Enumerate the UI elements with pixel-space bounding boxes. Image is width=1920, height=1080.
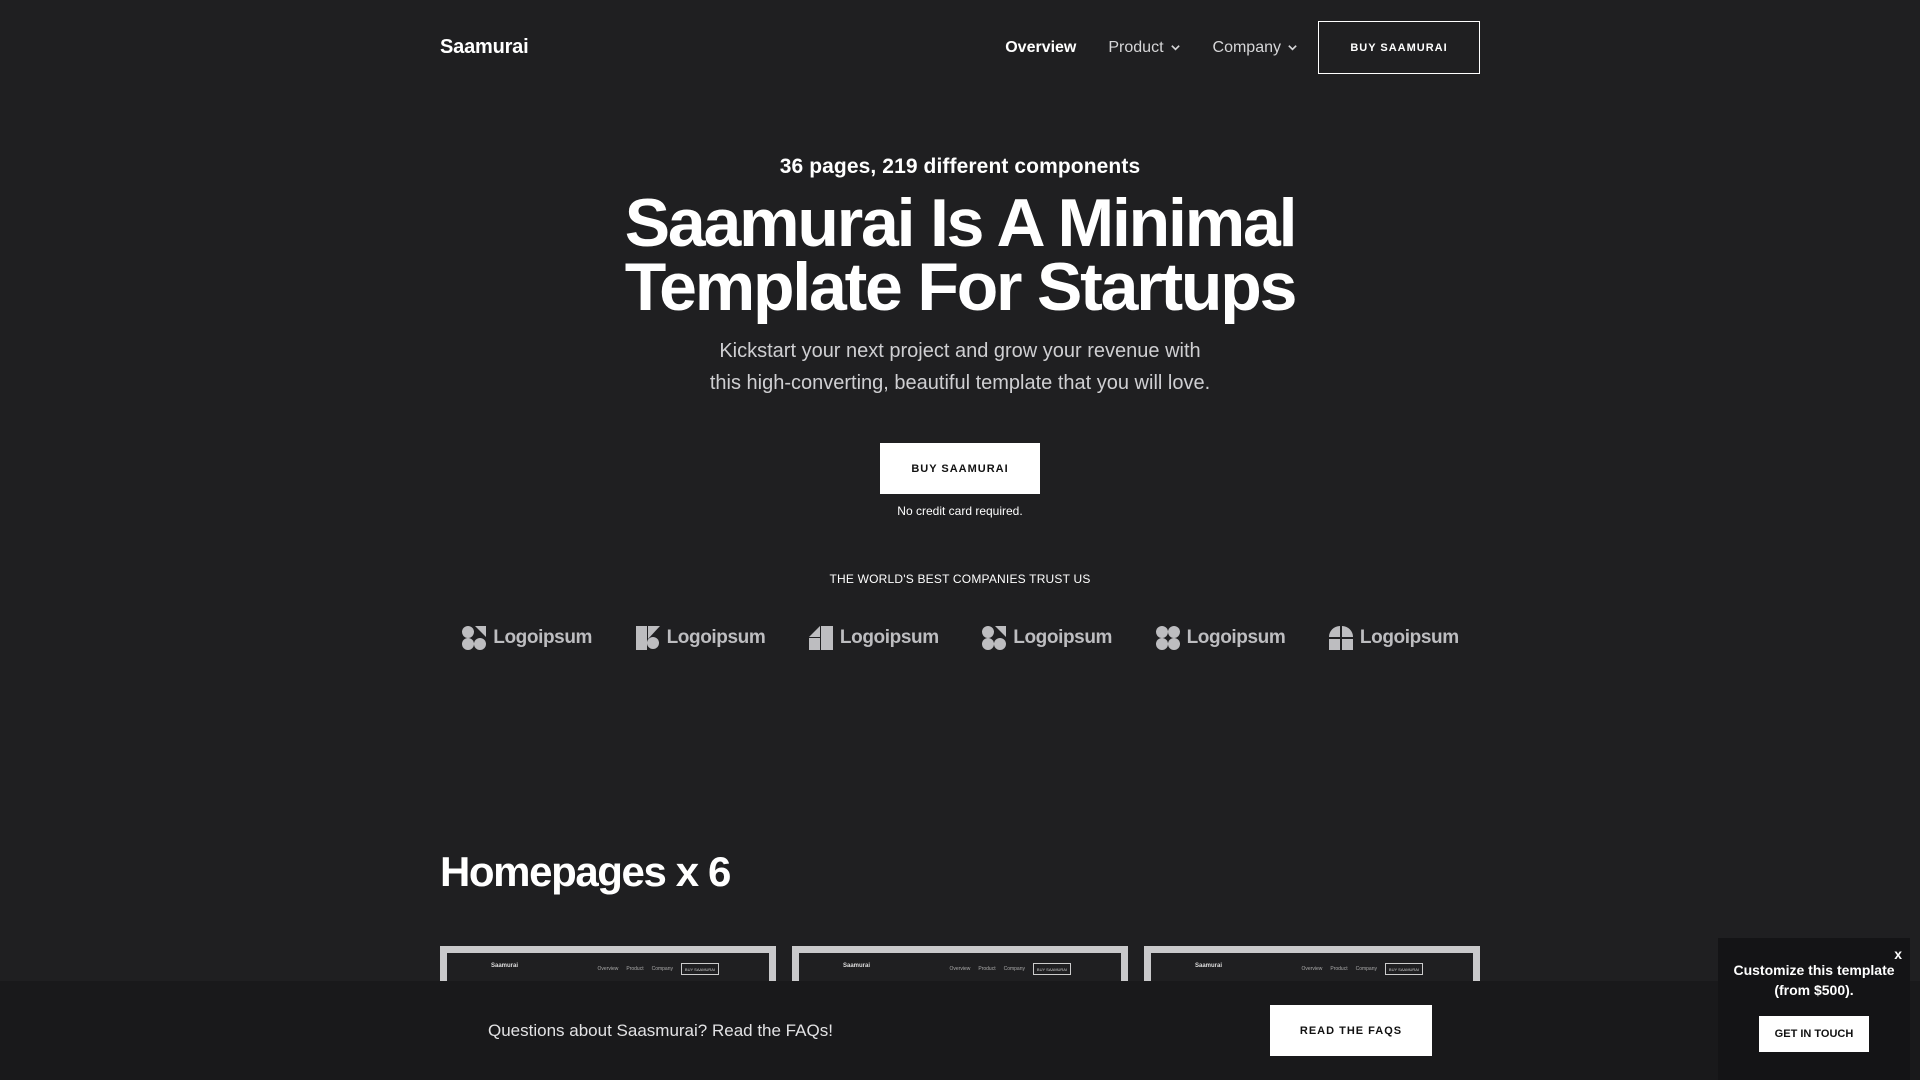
hero-subtitle-line: Kickstart your next project and grow you…: [719, 340, 1201, 362]
logo-mark-6-icon: [1328, 626, 1353, 650]
logo-mark-3-icon: [808, 626, 833, 650]
thumbnail-nav: Overview Product Company BUY SAAMURAI: [1294, 963, 1423, 975]
thumbnail-nav-item: Product: [978, 966, 996, 972]
company-logo: Logoipsum: [461, 625, 592, 651]
company-logo: Logoipsum: [981, 625, 1112, 651]
company-logo: Logoipsum: [1155, 625, 1286, 651]
hero-title: Saamurai Is A Minimal Template For Start…: [0, 185, 1920, 325]
thumbnail-nav-item: Company: [651, 966, 673, 972]
hero-note: No credit card required.: [897, 504, 1023, 518]
logo-mark-4-icon: [982, 626, 1007, 650]
hero-section: 36 pages, 219 different components Saamu…: [0, 155, 1920, 586]
logo-name: Logoipsum: [1359, 627, 1459, 648]
nav-item-product[interactable]: Product: [1108, 39, 1180, 57]
section-title: Homepages x 6: [440, 848, 731, 895]
thumbnail-brand: Saamurai: [1195, 963, 1223, 969]
header-buy-button[interactable]: BUY SAAMURAI: [1318, 21, 1480, 74]
main-nav: Overview Product Company BUY SAAMURAI: [1005, 21, 1480, 74]
chevron-down-icon: [1170, 45, 1180, 51]
thumbnail-nav: Overview Product Company BUY SAAMURAI: [942, 963, 1071, 975]
thumbnail-brand: Saamurai: [843, 963, 871, 969]
trust-label: THE WORLD'S BEST COMPANIES TRUST US: [829, 572, 1091, 586]
logo-mark-1-icon: [462, 626, 487, 650]
thumbnail-button: BUY SAAMURAI: [681, 963, 719, 975]
hero-eyebrow: 36 pages, 219 different components: [779, 155, 1141, 178]
hero-subtitle-line: this high-converting, beautiful template…: [709, 372, 1211, 394]
brand-logo[interactable]: Saamurai: [440, 36, 529, 59]
hero-title-line: Saamurai Is A Minimal: [624, 185, 1298, 261]
close-icon[interactable]: x: [1894, 946, 1902, 962]
company-logo: Logoipsum: [1328, 625, 1459, 651]
hero-title-line: Template For Startups: [624, 249, 1298, 325]
get-in-touch-button[interactable]: GET IN TOUCH: [1759, 1016, 1869, 1052]
faq-bar: Questions about Saasmurai? Read the FAQs…: [0, 981, 1920, 1080]
thumbnail-nav-item: Company: [1003, 966, 1025, 972]
logo-strip: Logoipsum Logoipsum Logoipsum Logoipsum …: [440, 625, 1480, 651]
faq-text: Questions about Saasmurai? Read the FAQs…: [488, 1021, 833, 1040]
nav-item-company[interactable]: Company: [1213, 39, 1298, 57]
thumbnail-nav-item: Overview: [1301, 966, 1323, 972]
company-logo: Logoipsum: [808, 625, 939, 651]
thumbnail-nav-item: Product: [626, 966, 644, 972]
logo-mark-5-icon: [1155, 626, 1180, 650]
logo-mark-2-icon: [635, 626, 660, 650]
logo-name: Logoipsum: [1186, 627, 1286, 648]
chevron-down-icon: [1288, 45, 1297, 51]
logo-name: Logoipsum: [493, 627, 593, 648]
logo-name: Logoipsum: [666, 627, 766, 648]
nav-label: Overview: [1005, 38, 1077, 56]
thumbnail-brand: Saamurai: [491, 963, 519, 969]
thumbnail-nav-item: Product: [1330, 966, 1348, 972]
thumbnail-nav-item: Overview: [597, 966, 619, 972]
thumbnail-nav-item: Company: [1355, 966, 1377, 972]
company-logo: Logoipsum: [635, 625, 766, 651]
thumbnail-button: BUY SAAMURAI: [1033, 963, 1071, 975]
hero-buy-button[interactable]: BUY SAAMURAI: [880, 443, 1040, 494]
read-faqs-button[interactable]: READ THE FAQS: [1270, 1005, 1432, 1056]
thumbnail-nav-item: Overview: [949, 966, 971, 972]
thumbnail-button: BUY SAAMURAI: [1385, 963, 1423, 975]
customize-popup: x Customize this template (from $500). G…: [1718, 938, 1910, 1080]
popup-text: Customize this template (from $500).: [1733, 962, 1895, 998]
nav-label: Company: [1212, 38, 1281, 56]
logo-name: Logoipsum: [839, 627, 939, 648]
thumbnail-nav: Overview Product Company BUY SAAMURAI: [590, 963, 719, 975]
nav-label: Product: [1108, 38, 1164, 56]
nav-item-overview[interactable]: Overview: [1005, 39, 1076, 57]
logo-name: Logoipsum: [1013, 627, 1113, 648]
site-header: Saamurai Overview Product Company BUY SA…: [440, 21, 1480, 74]
hero-subtitle: Kickstart your next project and grow you…: [680, 335, 1240, 399]
